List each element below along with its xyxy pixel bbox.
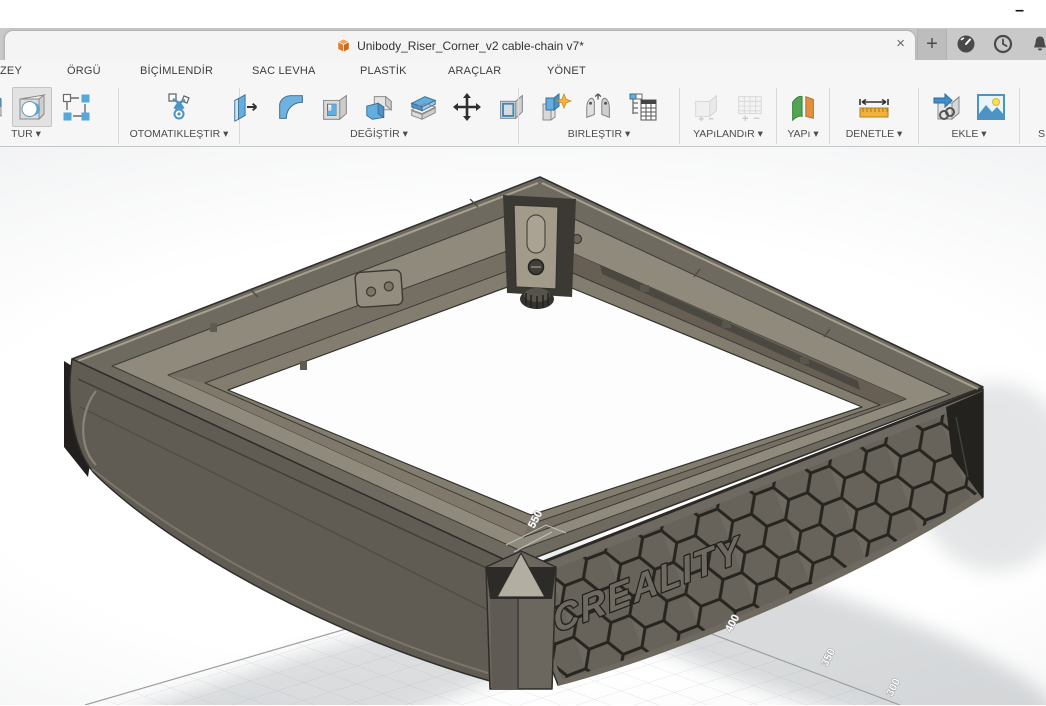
new-tab-button[interactable]: +: [917, 29, 947, 60]
loft-icon[interactable]: [0, 87, 8, 127]
configuration-table-icon[interactable]: [730, 87, 770, 127]
fillet-icon[interactable]: [271, 87, 311, 127]
3d-viewport[interactable]: CREALITY 550 400 350 300: [0, 147, 1046, 705]
cable-chain-bracket: [503, 195, 576, 309]
group-label-modify[interactable]: DEĞİŞTİR ▾: [350, 128, 408, 140]
toolbar-group-structure: YAPı ▾: [777, 85, 829, 147]
toolbar-group-automate: OTOMATIKLEŞTIR ▾: [119, 85, 239, 147]
ribbon: ZEY ÖRGÜ BİÇİMLENDİR SAC LEVHA PLASTİK A…: [0, 60, 1046, 147]
document-cube-icon: [336, 38, 351, 53]
press-pull-icon[interactable]: [227, 87, 267, 127]
group-label-select[interactable]: S: [1038, 128, 1045, 140]
group-label-configure[interactable]: YAPıLANDıR ▾: [693, 128, 763, 140]
env-tab-mesh[interactable]: ÖRGÜ: [67, 65, 101, 77]
toolbar-group-configure: YAPıLANDıR ▾: [680, 85, 776, 147]
move-icon[interactable]: [447, 87, 487, 127]
toolbar-group-assemble: BIRLEŞTIR ▾: [519, 85, 679, 147]
sphere-primitive-icon[interactable]: [12, 87, 52, 127]
job-status-clock-icon[interactable]: [993, 34, 1013, 54]
viewport-canvas: CREALITY 550 400 350 300: [0, 147, 1046, 705]
insert-image-icon[interactable]: [971, 87, 1011, 127]
env-tab-plastic[interactable]: PLASTİK: [360, 65, 407, 77]
ribbon-toolbar: TUR ▾ OTOMATIKLEŞTIR ▾: [0, 85, 1046, 147]
env-tab-surface[interactable]: ZEY: [0, 65, 22, 77]
tabstrip-utility-icons: [952, 28, 1046, 60]
window-titlebar: –: [0, 0, 1046, 28]
toolbar-group-insert: EKLE ▾: [919, 85, 1019, 147]
new-component-icon[interactable]: [535, 87, 575, 127]
shell-icon[interactable]: [315, 87, 355, 127]
env-tab-tools[interactable]: ARAÇLAR: [448, 65, 501, 77]
minimize-button[interactable]: –: [1015, 2, 1024, 20]
insert-derive-icon[interactable]: [927, 87, 967, 127]
bom-table-icon[interactable]: [623, 87, 663, 127]
group-label-inspect[interactable]: DENETLE ▾: [846, 128, 903, 140]
group-label-automate[interactable]: OTOMATIKLEŞTIR ▾: [130, 128, 229, 140]
group-label-assemble[interactable]: BIRLEŞTIR ▾: [568, 128, 630, 140]
split-body-icon[interactable]: [403, 87, 443, 127]
joint-icon[interactable]: [579, 87, 619, 127]
toolbar-group-create: TUR ▾: [0, 85, 118, 147]
measure-icon[interactable]: [854, 87, 894, 127]
group-label-insert[interactable]: EKLE ▾: [951, 128, 986, 140]
performance-gauge-icon[interactable]: [956, 34, 976, 54]
toolbar-group-select: S: [1020, 85, 1046, 147]
env-tab-sheetmetal[interactable]: SAC LEVHA: [252, 65, 316, 77]
combine-icon[interactable]: [359, 87, 399, 127]
env-tab-form[interactable]: BİÇİMLENDİR: [140, 65, 213, 77]
notifications-bell-icon[interactable]: [1030, 34, 1046, 54]
corner-post: [486, 551, 556, 689]
ribbon-environment-tabs: ZEY ÖRGÜ BİÇİMLENDİR SAC LEVHA PLASTİK A…: [0, 60, 1046, 85]
document-title: Unibody_Riser_Corner_v2 cable-chain v7*: [357, 39, 584, 53]
group-label-structure[interactable]: YAPı ▾: [787, 128, 818, 140]
document-tab-strip: Unibody_Riser_Corner_v2 cable-chain v7* …: [0, 28, 1046, 60]
toolbar-group-inspect: DENETLE ▾: [830, 85, 918, 147]
active-document-tab[interactable]: Unibody_Riser_Corner_v2 cable-chain v7* …: [5, 31, 915, 60]
mounting-plate: [355, 270, 403, 308]
tab-close-button[interactable]: ×: [896, 35, 905, 52]
automate-icon[interactable]: [159, 87, 199, 127]
toolbar-group-modify: DEĞİŞTİR ▾: [240, 85, 518, 147]
configuration-cube-icon[interactable]: [686, 87, 726, 127]
appearance-icon[interactable]: [783, 87, 823, 127]
group-label-create[interactable]: TUR ▾: [11, 128, 41, 140]
selection-set-icon[interactable]: [56, 87, 96, 127]
env-tab-manage[interactable]: YÖNET: [547, 65, 586, 77]
